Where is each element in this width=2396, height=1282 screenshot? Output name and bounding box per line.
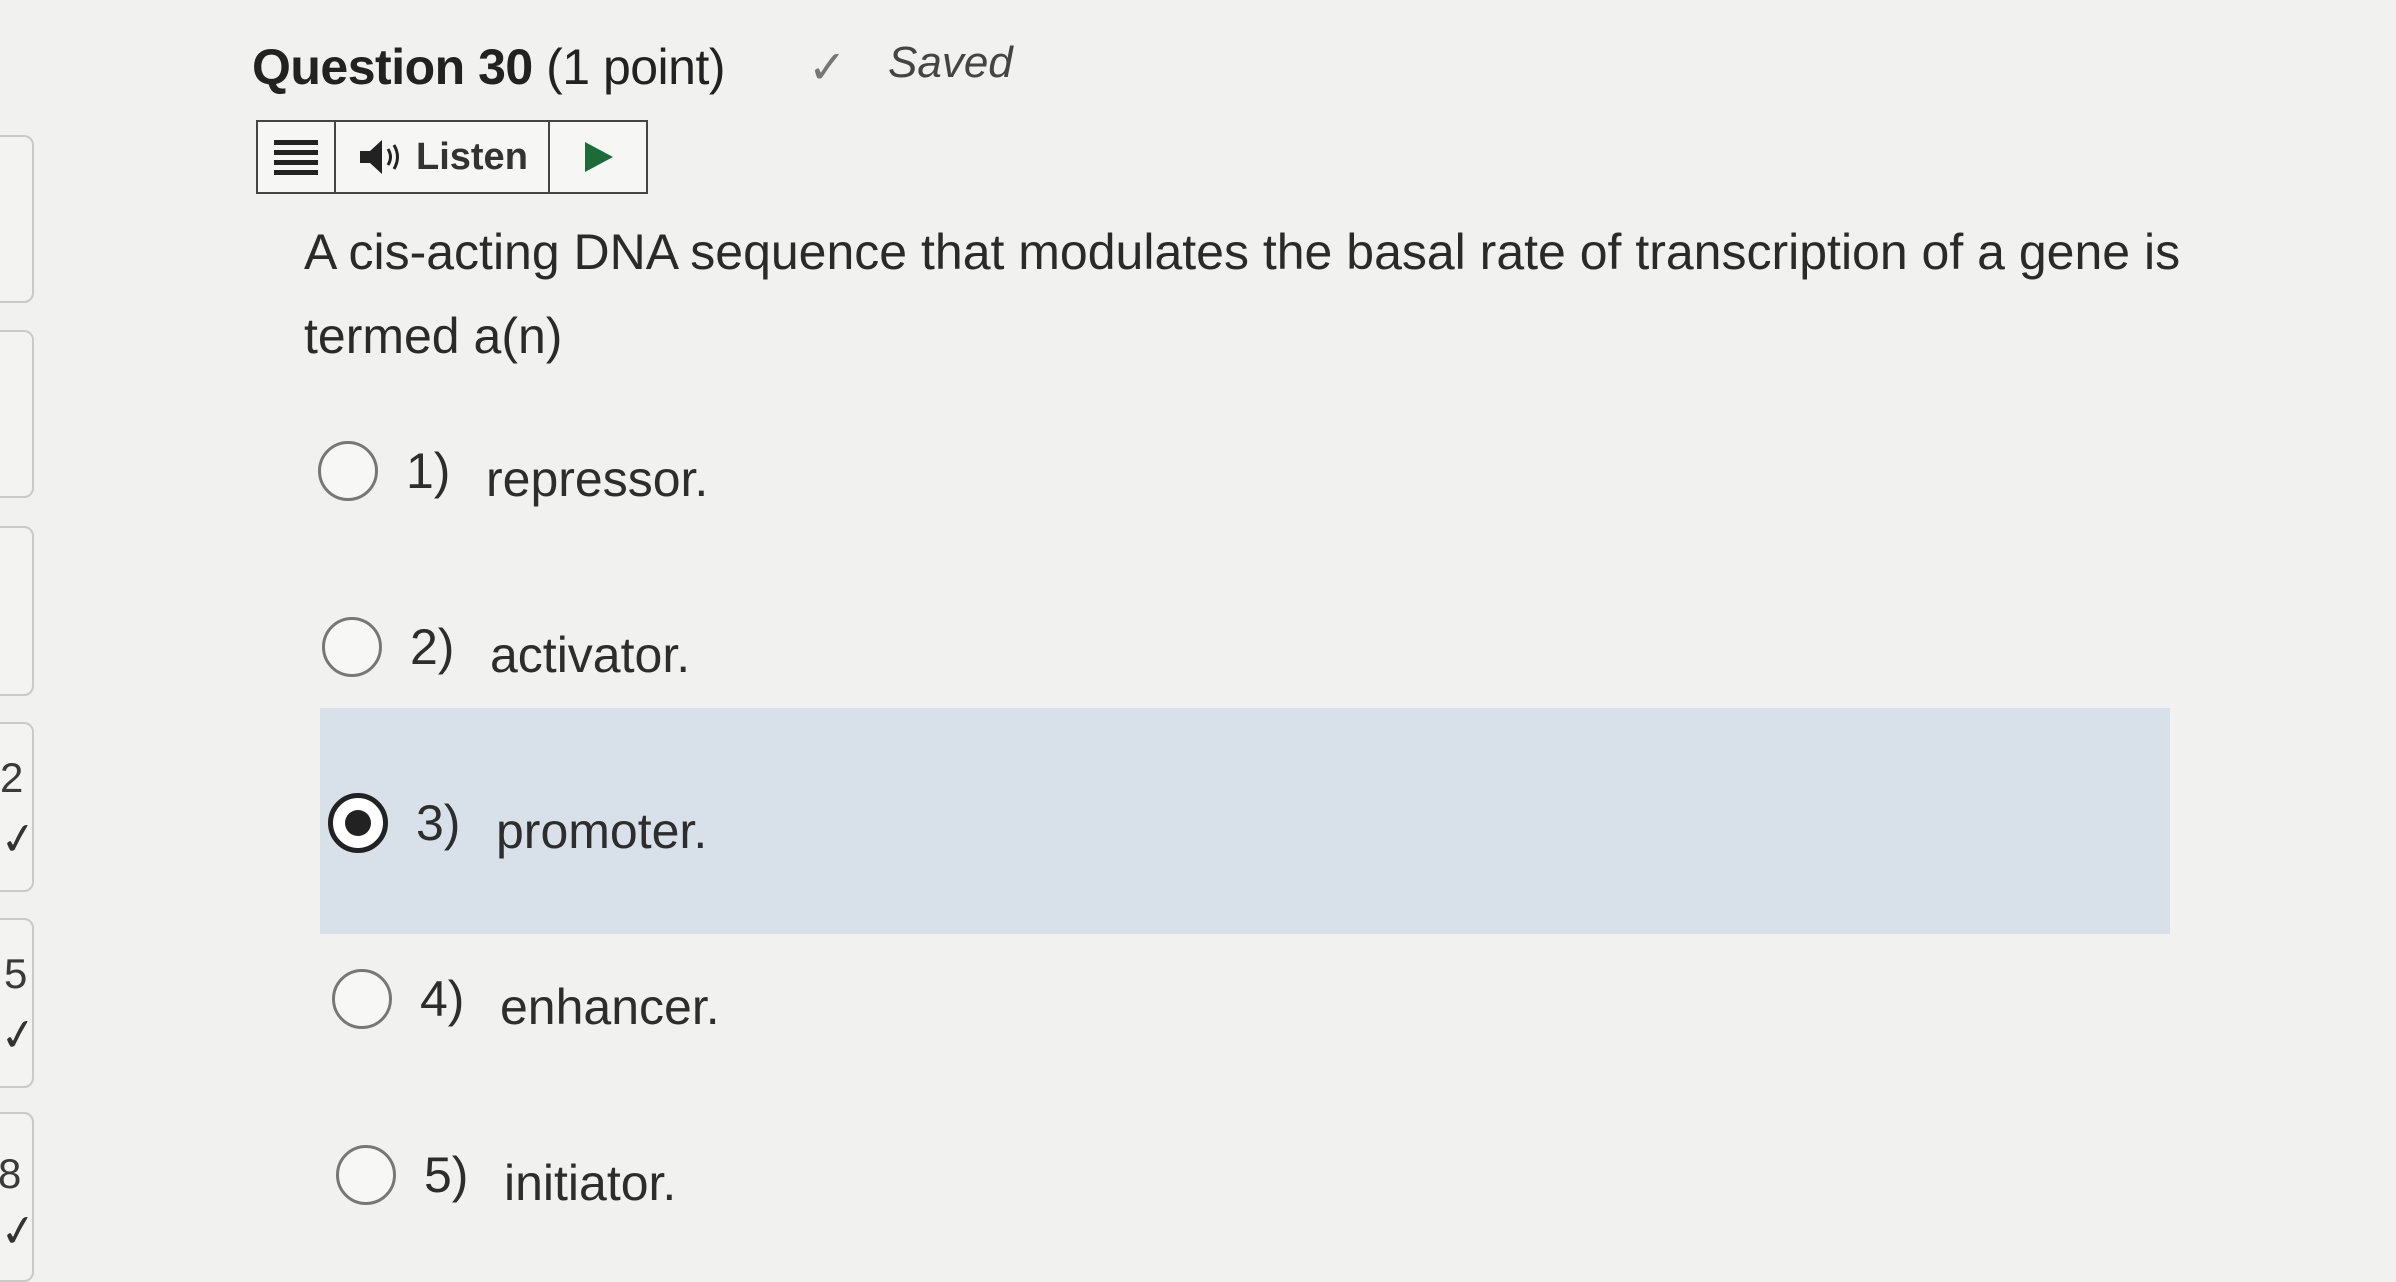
radio-button[interactable] xyxy=(322,617,382,677)
listen-toolbar: Listen xyxy=(256,120,648,194)
option-number: 2) xyxy=(410,619,455,675)
answer-option-1[interactable]: 1) repressor. xyxy=(318,416,2018,526)
option-number: 4) xyxy=(420,971,465,1027)
option-label: initiator. xyxy=(504,1155,677,1211)
nav-number: 8 xyxy=(0,1150,22,1197)
option-label: repressor. xyxy=(486,451,709,507)
radio-button[interactable] xyxy=(336,1145,396,1205)
play-icon xyxy=(585,142,613,172)
nav-tile[interactable] xyxy=(0,526,34,696)
play-button[interactable] xyxy=(550,122,646,192)
option-label: promoter. xyxy=(496,803,708,859)
answer-option-3[interactable]: 3) promoter. xyxy=(328,768,2028,878)
menu-icon[interactable] xyxy=(258,122,336,192)
answered-check-icon: ✓ xyxy=(0,812,41,867)
answer-option-4[interactable]: 4) enhancer. xyxy=(332,944,2032,1054)
saved-status: Saved xyxy=(888,38,1013,87)
answer-option-5[interactable]: 5) initiator. xyxy=(336,1120,2036,1230)
saved-check-icon: ✓ xyxy=(808,41,847,93)
nav-tile[interactable] xyxy=(0,330,34,498)
answered-check-icon: ✓ xyxy=(0,1204,41,1259)
listen-button[interactable]: Listen xyxy=(336,122,550,192)
option-number: 5) xyxy=(424,1147,469,1203)
radio-button-selected[interactable] xyxy=(328,793,388,853)
listen-label: Listen xyxy=(416,135,528,178)
option-label: enhancer. xyxy=(500,979,720,1035)
nav-tile[interactable]: 2 ✓ xyxy=(0,722,40,892)
nav-number: 2 xyxy=(0,754,24,801)
speaker-icon xyxy=(360,140,399,174)
option-number: 1) xyxy=(406,443,451,499)
question-text: A cis-acting DNA sequence that modulates… xyxy=(304,224,2181,364)
nav-tile[interactable]: 5 ✓ xyxy=(0,918,40,1088)
option-label: activator. xyxy=(490,627,691,683)
answer-option-2[interactable]: 2) activator. xyxy=(322,592,2022,702)
nav-number: 5 xyxy=(4,950,28,997)
radio-button[interactable] xyxy=(318,441,378,501)
option-number: 3) xyxy=(416,795,461,851)
question-title: Question 30 (1 point) xyxy=(252,38,726,96)
nav-tile[interactable]: 8 ✓ xyxy=(0,1112,40,1282)
radio-button[interactable] xyxy=(332,969,392,1029)
answered-check-icon: ✓ xyxy=(0,1008,41,1063)
nav-tile[interactable] xyxy=(0,135,34,303)
question-points: (1 point) xyxy=(546,39,726,95)
question-number: Question 30 xyxy=(252,39,533,95)
